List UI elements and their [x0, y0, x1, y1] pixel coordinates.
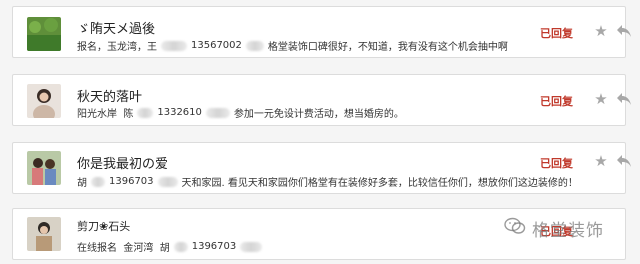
star-icon[interactable]: ★ — [592, 22, 610, 40]
replied-status[interactable]: 已回复 — [540, 155, 573, 171]
avatar[interactable] — [27, 84, 61, 118]
message-text: 胡 1396703 天和家园. 看见天和家园你们格堂有在装修好多套，比较信任你们… — [77, 176, 578, 189]
avatar[interactable] — [27, 17, 61, 51]
sender-name: 秋天的落叶 — [77, 90, 143, 105]
sender-name: 剪刀❀石头 — [77, 220, 131, 233]
watermark-text: 格堂装饰 — [532, 221, 604, 241]
message-card: 你是我最初の爱 胡 1396703 天和家园. 看见天和家园你们格堂有在装修好多… — [12, 142, 631, 194]
avatar[interactable] — [27, 151, 61, 185]
message-card: 秋天的落叶 阳光水岸 陈 1332610 参加一元免设计费活动，想当婚房的。 已… — [12, 74, 631, 126]
sender-name: ゞ陏天メ過後 — [77, 22, 156, 37]
message-text: 在线报名 金河湾 胡 1396703 — [77, 239, 266, 254]
reply-icon[interactable] — [615, 22, 633, 40]
star-icon[interactable]: ★ — [592, 90, 610, 108]
watermark: 格堂装饰 — [504, 216, 604, 241]
reply-icon[interactable] — [615, 90, 633, 108]
reply-icon[interactable] — [615, 152, 633, 170]
message-text: 报名，玉龙湾，王 13567002 格堂装饰口碑很好，不知道，我有没有这个机会抽… — [77, 40, 508, 53]
wechat-icon — [504, 217, 526, 240]
replied-status[interactable]: 已回复 — [540, 93, 573, 109]
message-text: 阳光水岸 陈 1332610 参加一元免设计费活动，想当婚房的。 — [77, 107, 404, 120]
avatar[interactable] — [27, 217, 61, 251]
sender-name: 你是我最初の爱 — [77, 157, 169, 172]
star-icon[interactable]: ★ — [592, 152, 610, 170]
message-card: ゞ陏天メ過後 报名，玉龙湾，王 13567002 格堂装饰口碑很好，不知道，我有… — [12, 6, 631, 58]
replied-status[interactable]: 已回复 — [540, 25, 573, 41]
